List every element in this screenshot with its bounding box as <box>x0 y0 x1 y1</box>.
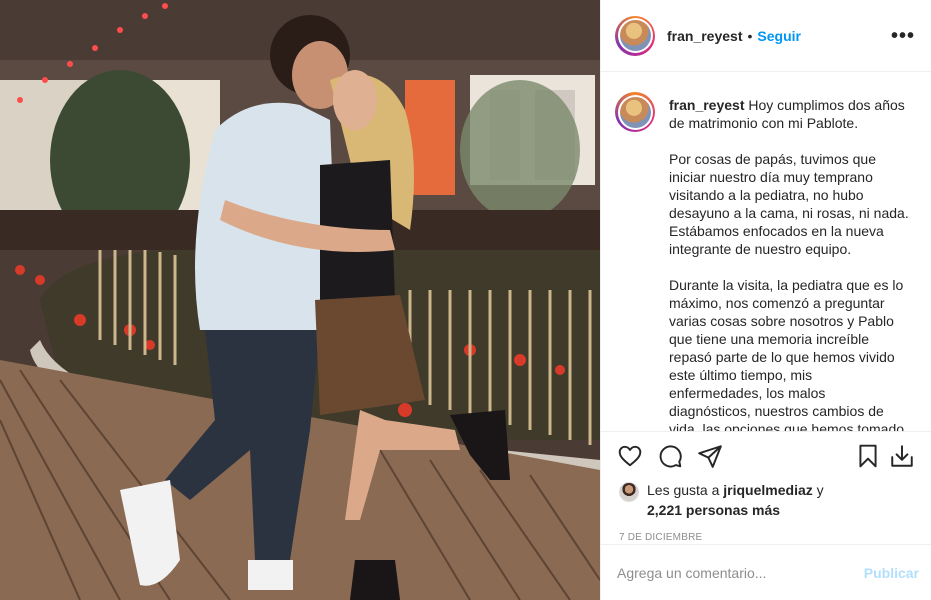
comment-icon[interactable] <box>655 441 685 471</box>
bookmark-icon[interactable] <box>853 441 883 471</box>
caption-section: fran_reyest Hoy cumplimos dos años de ma… <box>601 72 931 432</box>
caption-username[interactable]: fran_reyest <box>669 97 745 113</box>
caption-author-avatar-image <box>619 96 651 128</box>
separator-dot: • <box>747 27 753 44</box>
paper-plane-icon[interactable] <box>695 441 725 471</box>
likes-summary: Les gusta a jriquelmediaz y 2,221 person… <box>601 480 931 520</box>
caption-author-avatar[interactable] <box>615 92 655 132</box>
post-photo[interactable] <box>0 0 600 600</box>
post-side-panel: fran_reyest • Seguir ••• fran_reyest Hoy… <box>600 0 931 600</box>
caption-text: fran_reyest Hoy cumplimos dos años de ma… <box>669 96 909 431</box>
author-avatar-image <box>619 20 651 51</box>
caption-paragraph: Por cosas de papás, tuvimos que iniciar … <box>669 151 909 257</box>
author-username[interactable]: fran_reyest <box>667 28 743 44</box>
post-date[interactable]: 7 de diciembre <box>601 520 931 543</box>
liker-avatar[interactable] <box>619 482 639 502</box>
likes-prefix: Les gusta a <box>647 482 720 498</box>
likes-connector: y <box>816 482 824 498</box>
post-header: fran_reyest • Seguir ••• <box>601 0 931 72</box>
more-options-icon[interactable]: ••• <box>891 26 915 46</box>
couple-photo-illustration <box>0 0 600 600</box>
likes-others-link[interactable]: 2,221 personas más <box>647 502 780 518</box>
publish-button[interactable]: Publicar <box>864 565 919 581</box>
caption-paragraph: Durante la visita, la pediatra que es lo… <box>669 277 908 432</box>
download-icon[interactable] <box>887 441 917 471</box>
caption-paragraph: fran_reyest Hoy cumplimos dos años de ma… <box>669 96 909 132</box>
comment-composer: Publicar <box>601 544 931 600</box>
follow-button[interactable]: Seguir <box>757 28 801 44</box>
heart-icon[interactable] <box>615 441 645 471</box>
comment-input[interactable] <box>617 564 864 581</box>
likes-text: Les gusta a jriquelmediaz y 2,221 person… <box>647 480 824 520</box>
action-bar <box>601 432 931 480</box>
liker-username[interactable]: jriquelmediaz <box>723 482 812 498</box>
author-avatar[interactable] <box>615 15 655 56</box>
